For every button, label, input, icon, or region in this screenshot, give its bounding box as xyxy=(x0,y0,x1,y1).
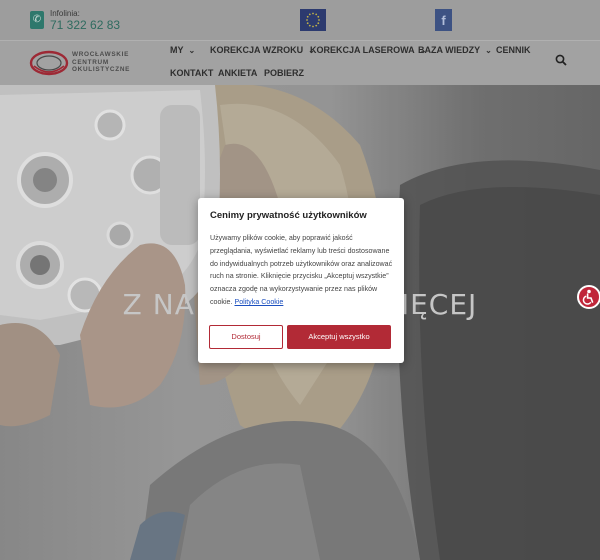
customize-button[interactable]: Dostosuj xyxy=(209,325,283,349)
cookie-policy-link[interactable]: Polityka Cookie xyxy=(234,298,283,306)
accessibility-button[interactable] xyxy=(577,285,600,309)
cookie-consent-dialog: Cenimy prywatność użytkowników Używamy p… xyxy=(198,198,404,363)
cookie-dialog-title: Cenimy prywatność użytkowników xyxy=(210,210,367,221)
cookie-dialog-text: Używamy plików cookie, aby poprawić jako… xyxy=(210,232,396,309)
accessibility-icon xyxy=(582,289,594,305)
accept-all-button[interactable]: Akceptuj wszystko xyxy=(287,325,391,349)
cookie-dialog-body: Używamy plików cookie, aby poprawić jako… xyxy=(210,234,393,306)
